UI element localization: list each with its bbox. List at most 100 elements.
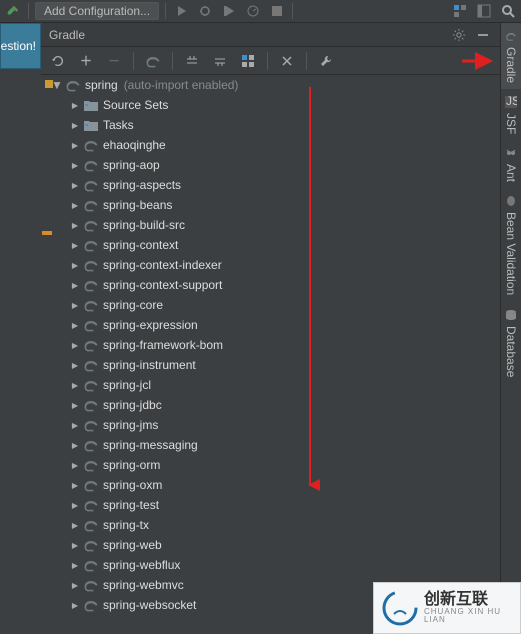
chevron-right-icon[interactable]: ▶	[69, 261, 81, 270]
rail-item-bean-validation[interactable]: Bean Validation	[501, 188, 521, 301]
chevron-right-icon[interactable]: ▶	[69, 241, 81, 250]
tree-node[interactable]: ▶ spring-expression	[41, 315, 500, 335]
tree-node[interactable]: ▶ehaoqinghe	[41, 135, 500, 155]
tree-node-label: spring-web	[103, 538, 162, 552]
tree-node-label: spring-jdbc	[103, 398, 162, 412]
collapse-all-icon[interactable]	[211, 52, 229, 70]
rail-item-jsf[interactable]: JSF JSF	[501, 89, 521, 140]
chevron-right-icon[interactable]: ▶	[69, 561, 81, 570]
hammer-icon[interactable]	[4, 2, 22, 20]
coverage-icon[interactable]	[220, 2, 238, 20]
tree-root-label: spring	[85, 78, 118, 92]
chevron-right-icon[interactable]: ▶	[69, 461, 81, 470]
svg-text:JSF: JSF	[506, 96, 517, 108]
project-structure-icon[interactable]	[451, 2, 469, 20]
gutter-marker	[45, 80, 53, 88]
tree-node[interactable]: ▶spring-instrument	[41, 355, 500, 375]
rail-item-ant[interactable]: Ant	[501, 140, 521, 188]
chevron-right-icon[interactable]: ▶	[69, 321, 81, 330]
chevron-right-icon[interactable]: ▶	[69, 201, 81, 210]
tree-node-label: spring-expression	[103, 318, 198, 332]
tree-node[interactable]: ▶spring-context-support	[41, 275, 500, 295]
run-icon[interactable]	[172, 2, 190, 20]
chevron-right-icon[interactable]: ▶	[69, 421, 81, 430]
chevron-right-icon[interactable]: ▶	[69, 401, 81, 410]
chevron-right-icon[interactable]: ▶	[69, 501, 81, 510]
add-icon[interactable]: ＋	[77, 52, 95, 70]
rail-item-database[interactable]: Database	[501, 302, 521, 383]
tree-node[interactable]: ▶spring-aspects	[41, 175, 500, 195]
database-icon	[504, 308, 518, 322]
tree-node-label: spring-tx	[103, 518, 149, 532]
tree-node[interactable]: ▶ spring-core	[41, 295, 500, 315]
elephant-icon	[83, 237, 99, 253]
expand-all-icon[interactable]	[183, 52, 201, 70]
elephant-icon	[83, 357, 99, 373]
module-settings-icon[interactable]	[239, 52, 257, 70]
chevron-right-icon[interactable]: ▶	[69, 361, 81, 370]
chevron-right-icon[interactable]: ▶	[69, 341, 81, 350]
search-icon[interactable]	[499, 2, 517, 20]
tree-node[interactable]: ▶spring-jcl	[41, 375, 500, 395]
rail-label: Bean Validation	[504, 212, 518, 295]
toolbar-divider	[292, 3, 293, 19]
offline-icon[interactable]	[278, 52, 296, 70]
debug-icon[interactable]	[196, 2, 214, 20]
tree-node-label: spring-webmvc	[103, 578, 184, 592]
tree-root[interactable]: ▼ spring (auto-import enabled)	[41, 75, 500, 95]
chevron-right-icon[interactable]: ▶	[69, 101, 81, 110]
elephant-icon	[83, 397, 99, 413]
chevron-right-icon[interactable]: ▶	[69, 601, 81, 610]
chevron-right-icon[interactable]: ▶	[69, 281, 81, 290]
elephant-icon	[504, 29, 518, 43]
refresh-icon[interactable]	[49, 52, 67, 70]
chevron-right-icon[interactable]: ▶	[69, 301, 81, 310]
chevron-right-icon[interactable]: ▶	[69, 541, 81, 550]
chevron-right-icon[interactable]: ▶	[69, 581, 81, 590]
chevron-right-icon[interactable]: ▶	[69, 181, 81, 190]
gear-icon[interactable]	[450, 26, 468, 44]
tree-node[interactable]: ▶ spring-tx	[41, 515, 500, 535]
wrench-icon[interactable]	[317, 52, 335, 70]
tree-node[interactable]: ▶spring-context-indexer	[41, 255, 500, 275]
tree-node[interactable]: ▶spring-context	[41, 235, 500, 255]
chevron-right-icon[interactable]: ▶	[69, 481, 81, 490]
tree-node-label: spring-jms	[103, 418, 158, 432]
chevron-right-icon[interactable]: ▶	[69, 441, 81, 450]
rail-item-gradle[interactable]: Gradle	[501, 23, 521, 89]
tree-node[interactable]: ▶Source Sets	[41, 95, 500, 115]
tree-node[interactable]: ▶spring-oxm	[41, 475, 500, 495]
elephant-icon	[83, 297, 99, 313]
tree-node[interactable]: ▶ spring-jms	[41, 415, 500, 435]
logo-icon	[382, 590, 418, 626]
layout-icon[interactable]	[475, 2, 493, 20]
remove-icon[interactable]: －	[105, 52, 123, 70]
chevron-right-icon[interactable]: ▶	[69, 381, 81, 390]
tree-node[interactable]: ▶spring-framework-bom	[41, 335, 500, 355]
tree-node[interactable]: ▶spring-beans	[41, 195, 500, 215]
chevron-right-icon[interactable]: ▶	[69, 141, 81, 150]
tree-node[interactable]: ▶spring-messaging	[41, 435, 500, 455]
chevron-right-icon[interactable]: ▶	[69, 221, 81, 230]
elephant-run-icon[interactable]	[144, 52, 162, 70]
tree-node[interactable]: ▶ spring-jdbc	[41, 395, 500, 415]
stop-icon[interactable]	[268, 2, 286, 20]
left-notification-strip[interactable]: gestion!	[0, 23, 41, 69]
tree-node[interactable]: ▶spring-aop	[41, 155, 500, 175]
right-tool-rail: Gradle JSF JSF Ant Bean Validation Datab…	[500, 23, 521, 634]
tree-node[interactable]: ▶spring-test	[41, 495, 500, 515]
rail-label: Database	[504, 326, 518, 377]
tree-node-label: spring-core	[103, 298, 163, 312]
chevron-right-icon[interactable]: ▶	[69, 161, 81, 170]
tree-node[interactable]: ▶spring-orm	[41, 455, 500, 475]
tree-node[interactable]: ▶spring-webflux	[41, 555, 500, 575]
gradle-tree[interactable]: ▼ spring (auto-import enabled) ▶Source S…	[41, 75, 500, 634]
chevron-right-icon[interactable]: ▶	[69, 521, 81, 530]
chevron-right-icon[interactable]: ▶	[69, 121, 81, 130]
add-configuration-dropdown[interactable]: Add Configuration...	[35, 2, 159, 20]
tree-node[interactable]: ▶ spring-web	[41, 535, 500, 555]
minimize-icon[interactable]	[474, 26, 492, 44]
tree-node[interactable]: ▶Tasks	[41, 115, 500, 135]
profile-icon[interactable]	[244, 2, 262, 20]
tree-node[interactable]: ▶spring-build-src	[41, 215, 500, 235]
